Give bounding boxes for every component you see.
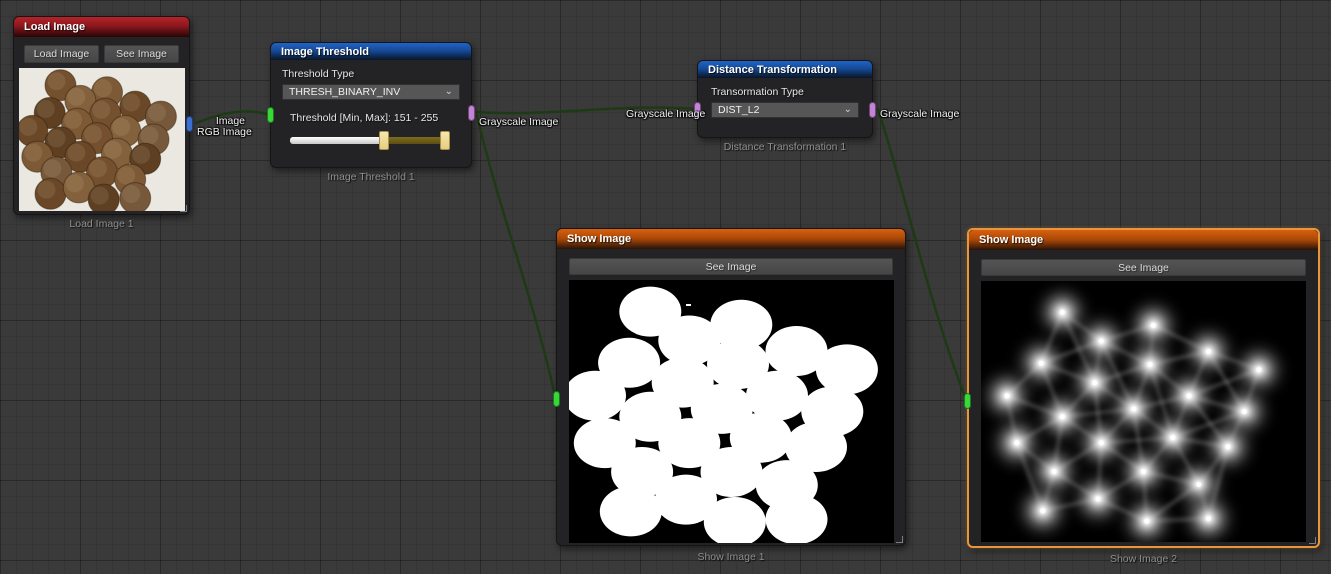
chevron-down-icon: ⌄ <box>445 87 453 97</box>
slider-track-fill <box>290 137 384 144</box>
node-editor-canvas[interactable]: Load Image Load Image See Image Load Ima… <box>0 0 1331 574</box>
see-image-button[interactable]: See Image <box>104 45 179 63</box>
port-label-grayscale-in: Grayscale Image <box>626 108 692 120</box>
port-grayscale-output[interactable] <box>468 105 475 121</box>
port-image-input[interactable] <box>553 391 560 407</box>
threshold-result-preview <box>569 280 894 543</box>
node-load-image[interactable]: Load Image Load Image See Image <box>13 16 190 215</box>
threshold-type-label: Threshold Type <box>282 68 460 80</box>
node-caption: Distance Transformation 1 <box>697 141 873 153</box>
port-image-input[interactable] <box>964 393 971 409</box>
distance-transform-preview <box>981 281 1306 542</box>
load-image-button[interactable]: Load Image <box>24 45 99 63</box>
chevron-down-icon: ⌄ <box>844 105 852 115</box>
threshold-min-handle[interactable] <box>379 131 389 150</box>
node-distance-transformation-titlebar[interactable]: Distance Transformation <box>698 61 872 78</box>
node-title: Show Image <box>567 233 631 245</box>
node-show-image-2[interactable]: Show Image See Image <box>967 228 1320 548</box>
resize-handle[interactable] <box>1309 537 1316 544</box>
node-title: Show Image <box>979 234 1043 246</box>
node-image-threshold[interactable]: Image Threshold Threshold Type THRESH_BI… <box>270 42 472 168</box>
node-show-image-titlebar[interactable]: Show Image <box>557 229 905 249</box>
transformation-type-label: Transormation Type <box>711 86 861 98</box>
coins-photo-preview <box>19 68 185 211</box>
port-label-grayscale-out: Grayscale Image <box>880 108 959 120</box>
wire-image_threshold.grayscale_image-to-show_image_1.input[interactable] <box>477 115 555 396</box>
node-caption: Show Image 1 <box>556 551 906 563</box>
transformation-type-select[interactable]: DIST_L2 ⌄ <box>711 102 859 118</box>
node-distance-transformation[interactable]: Distance Transformation Transormation Ty… <box>697 60 873 138</box>
threshold-max-handle[interactable] <box>440 131 450 150</box>
see-image-button[interactable]: See Image <box>981 259 1306 276</box>
threshold-range-label: Threshold [Min, Max]: 151 - 255 <box>290 112 460 124</box>
port-image-input[interactable] <box>267 107 274 123</box>
node-show-image-titlebar[interactable]: Show Image <box>969 230 1318 250</box>
node-title: Load Image <box>24 21 85 33</box>
node-title: Distance Transformation <box>708 64 837 76</box>
node-caption: Load Image 1 <box>13 218 190 230</box>
port-label-rgb-image: RGB Image <box>197 126 252 138</box>
threshold-range-slider[interactable] <box>290 131 450 150</box>
node-show-image-1[interactable]: Show Image See Image <box>556 228 906 546</box>
node-image-threshold-titlebar[interactable]: Image Threshold <box>271 43 471 60</box>
resize-handle[interactable] <box>896 536 903 543</box>
node-load-image-titlebar[interactable]: Load Image <box>14 17 189 37</box>
threshold-type-select[interactable]: THRESH_BINARY_INV ⌄ <box>282 84 460 100</box>
node-caption: Show Image 2 <box>967 553 1320 565</box>
resize-handle[interactable] <box>180 205 187 212</box>
node-title: Image Threshold <box>281 46 369 58</box>
threshold-type-value: THRESH_BINARY_INV <box>289 86 400 98</box>
see-image-button[interactable]: See Image <box>569 258 893 275</box>
node-caption: Image Threshold 1 <box>270 171 472 183</box>
port-rgb-image-output[interactable] <box>186 116 193 132</box>
transformation-type-value: DIST_L2 <box>718 104 759 116</box>
port-label-grayscale-out: Grayscale Image <box>479 116 558 128</box>
port-grayscale-output[interactable] <box>869 102 876 118</box>
